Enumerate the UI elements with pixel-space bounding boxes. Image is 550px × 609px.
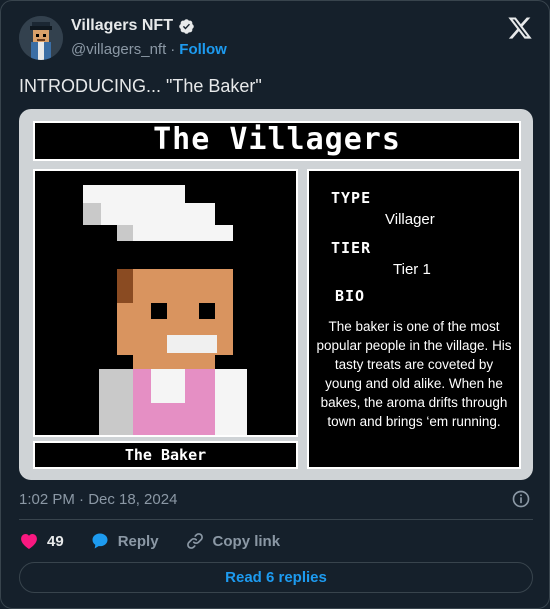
card-caption: The Baker: [33, 441, 298, 469]
tweet-text: INTRODUCING... "The Baker": [19, 76, 262, 96]
reply-bubble-icon: [92, 533, 108, 549]
author-name-row: Villagers NFT: [71, 17, 195, 35]
tweet-media-image[interactable]: The Villagers The Baker TYPE Villager TI…: [19, 109, 533, 480]
tweet-card: Villagers NFT @villagers_nft · Follow IN…: [0, 0, 550, 609]
card-info-panel: TYPE Villager TIER Tier 1 BIO The baker …: [307, 169, 521, 469]
copy-link-label: Copy link: [212, 532, 281, 550]
like-count: 49: [47, 532, 64, 550]
pixel-villager-avatar-icon: [19, 16, 63, 60]
divider: [19, 519, 533, 520]
author-handle[interactable]: @villagers_nft: [71, 41, 166, 58]
reply-button[interactable]: Reply: [90, 531, 159, 551]
tweet-timestamp[interactable]: 1:02 PM · Dec 18, 2024: [19, 491, 177, 508]
action-bar: 49 Reply Copy link: [19, 529, 306, 553]
type-value: Villager: [385, 211, 435, 228]
tier-label: TIER: [331, 239, 372, 257]
author-display-name[interactable]: Villagers NFT: [71, 17, 173, 35]
info-icon[interactable]: [511, 489, 531, 509]
reply-label: Reply: [117, 532, 159, 550]
separator-dot: ·: [170, 41, 176, 58]
card-title: The Villagers: [33, 121, 521, 161]
bio-text: The baker is one of the most popular peo…: [316, 319, 512, 429]
type-label: TYPE: [331, 189, 372, 207]
copy-link-button[interactable]: Copy link: [185, 531, 281, 551]
verified-badge-icon: [179, 18, 194, 34]
link-icon: [186, 533, 203, 549]
author-handle-row: @villagers_nft · Follow: [71, 41, 227, 58]
avatar[interactable]: [19, 16, 63, 60]
like-button[interactable]: 49: [19, 531, 64, 551]
x-logo-icon[interactable]: [507, 15, 533, 41]
read-replies-button[interactable]: Read 6 replies: [19, 562, 533, 593]
baker-portrait: [33, 169, 298, 437]
pixel-baker-image: [83, 185, 247, 435]
tier-value: Tier 1: [393, 261, 431, 278]
heart-icon: [21, 534, 37, 549]
bio-label: BIO: [335, 287, 366, 305]
follow-button[interactable]: Follow: [179, 41, 227, 58]
